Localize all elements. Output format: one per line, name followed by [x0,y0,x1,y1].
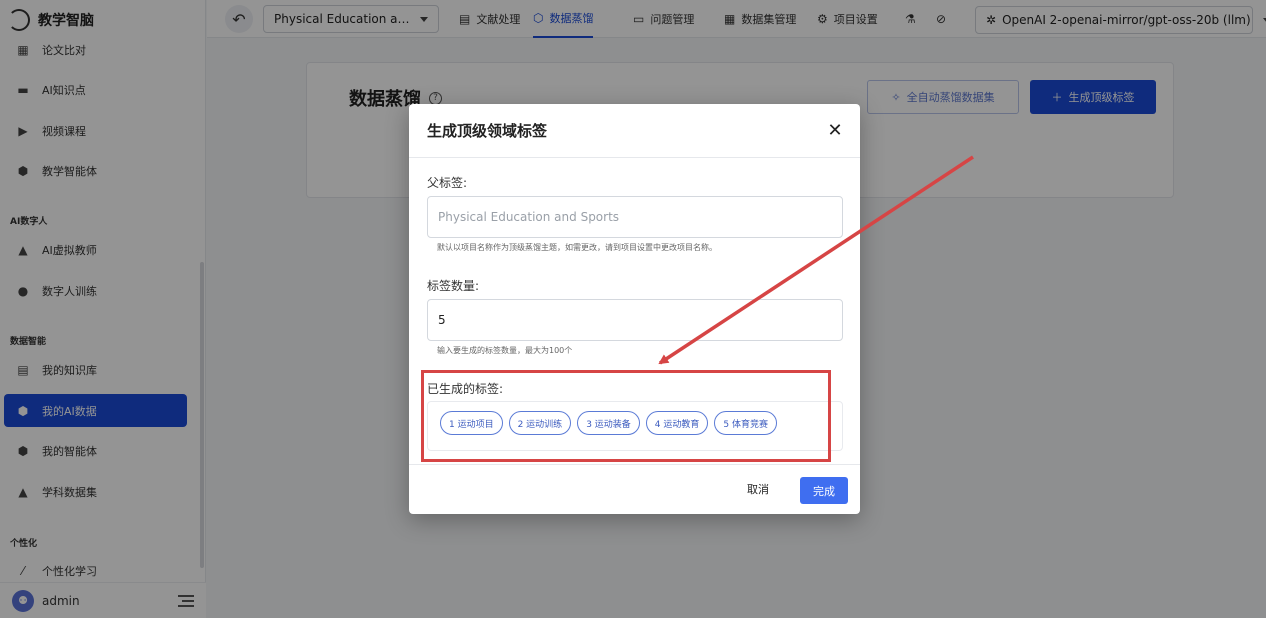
parent-tag-label: 父标签: [427,176,468,190]
cancel-button[interactable]: 取消 [747,481,769,497]
tag-count-label: 标签数量: [427,279,480,293]
close-icon[interactable]: ✕ [826,122,844,140]
dialog-header: 生成顶级领域标签 ✕ [409,104,860,158]
tag-count-input[interactable]: 5 [427,299,843,341]
annotation-highlight-box [421,370,831,462]
tag-count-helper: 输入要生成的标签数量，最大为100个 [437,346,573,355]
parent-tag-helper: 默认以项目名称作为顶级蒸馏主题，如需更改，请到项目设置中更改项目名称。 [437,243,717,252]
parent-tag-input[interactable]: Physical Education and Sports [427,196,843,238]
dialog-footer: 取消 完成 [409,464,860,514]
done-button[interactable]: 完成 [800,477,848,504]
dialog-title: 生成顶级领域标签 [427,122,548,140]
